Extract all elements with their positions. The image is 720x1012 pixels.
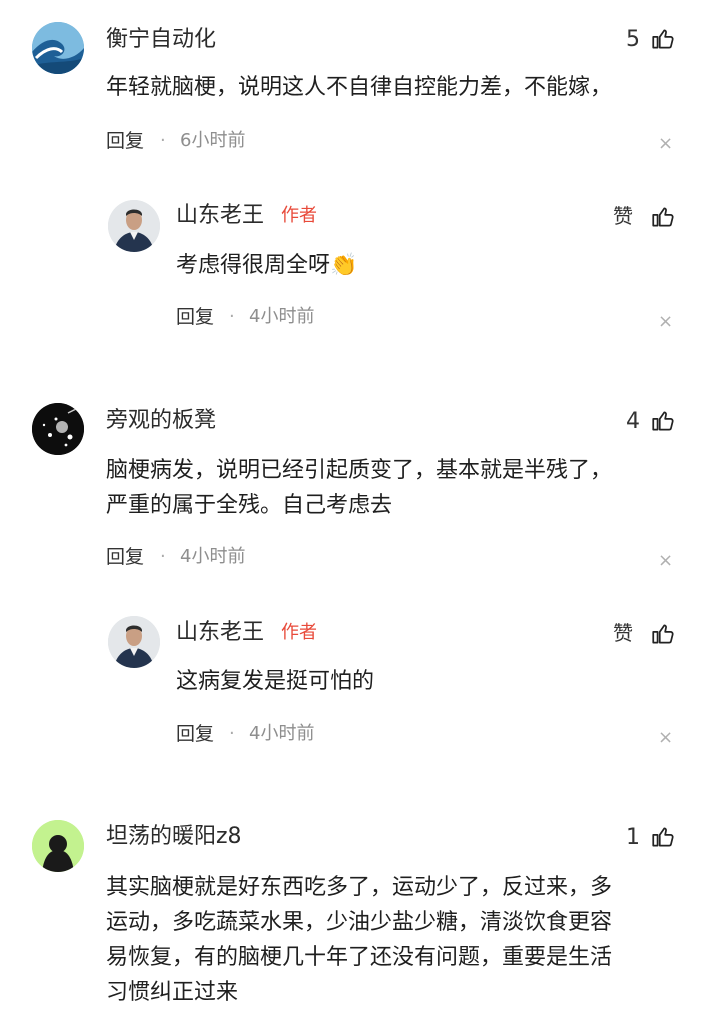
author-badge: 作者 [281,622,317,643]
separator-dot: · [229,306,235,327]
reply-text: 考虑得很周全呀👏 [176,248,576,283]
separator-dot: · [160,546,166,567]
like-label: 赞 [613,621,633,645]
thumbs-up-icon[interactable] [650,26,676,52]
timestamp: 4小时前 [249,306,315,327]
close-icon[interactable]: × [658,551,673,571]
close-icon[interactable]: × [658,312,673,332]
timestamp: 6小时前 [180,130,246,151]
comment-username[interactable]: 坦荡的暖阳z8 [106,823,242,851]
close-icon[interactable]: × [658,134,673,154]
comment-text: 脑梗病发，说明已经引起质变了，基本就是半残了， 严重的属于全残。自己考虑去 [106,453,676,523]
comment-username[interactable]: 衡宁自动化 [106,26,216,54]
comment-text-line: 易恢复，有的脑梗几十年了还没有问题，重要是生活 [106,945,613,970]
author-badge: 作者 [281,205,317,226]
comment-username[interactable]: 旁观的板凳 [106,407,216,435]
clapping-hands-icon: 👏 [330,253,358,278]
thumbs-up-icon[interactable] [650,204,676,230]
ghost-avatar-icon [32,820,84,872]
like-count: 4 [626,409,640,434]
comment-text-line: 习惯纠正过来 [106,980,239,1005]
timestamp: 4小时前 [249,723,315,744]
comment-text: 其实脑梗就是好东西吃多了，运动少了，反过来，多 运动，多吃蔬菜水果，少油少盐少糖… [106,870,676,1010]
thumbs-up-icon[interactable] [650,824,676,850]
separator-dot: · [160,130,166,151]
comment-text-line: 严重的属于全残。自己考虑去 [106,493,393,518]
person-avatar-icon [108,616,160,668]
reply-button[interactable]: 回复 [106,545,144,569]
comment-text-line: 运动，多吃蔬菜水果，少油少盐少糖，清淡饮食更容 [106,910,613,935]
avatar[interactable] [32,403,84,455]
like-count: 5 [626,27,640,52]
person-avatar-icon [108,200,160,252]
comment-text-line: 其实脑梗就是好东西吃多了，运动少了，反过来，多 [106,875,613,900]
reply-text: 这病复发是挺可怕的 [176,669,375,694]
comment-text: 年轻就脑梗，说明这人不自律自控能力差，不能嫁， [106,75,613,100]
reply-username[interactable]: 山东老王 [176,619,264,647]
reply-text-content: 考虑得很周全呀 [176,253,331,278]
sparkle-avatar-icon [32,403,84,455]
reply-button[interactable]: 回复 [176,305,214,329]
reply-button[interactable]: 回复 [106,129,144,153]
reply-button[interactable]: 回复 [176,722,214,746]
like-count: 1 [626,825,640,850]
close-icon[interactable]: × [658,728,673,748]
avatar[interactable] [32,22,84,74]
avatar[interactable] [108,200,160,252]
avatar[interactable] [32,820,84,872]
thumbs-up-icon[interactable] [650,621,676,647]
comment-text-line: 脑梗病发，说明已经引起质变了，基本就是半残了， [106,458,613,483]
reply-username[interactable]: 山东老王 [176,202,264,230]
thumbs-up-icon[interactable] [650,408,676,434]
wave-avatar-icon [32,22,84,74]
avatar[interactable] [108,616,160,668]
timestamp: 4小时前 [180,546,246,567]
like-label: 赞 [613,204,633,228]
separator-dot: · [229,723,235,744]
